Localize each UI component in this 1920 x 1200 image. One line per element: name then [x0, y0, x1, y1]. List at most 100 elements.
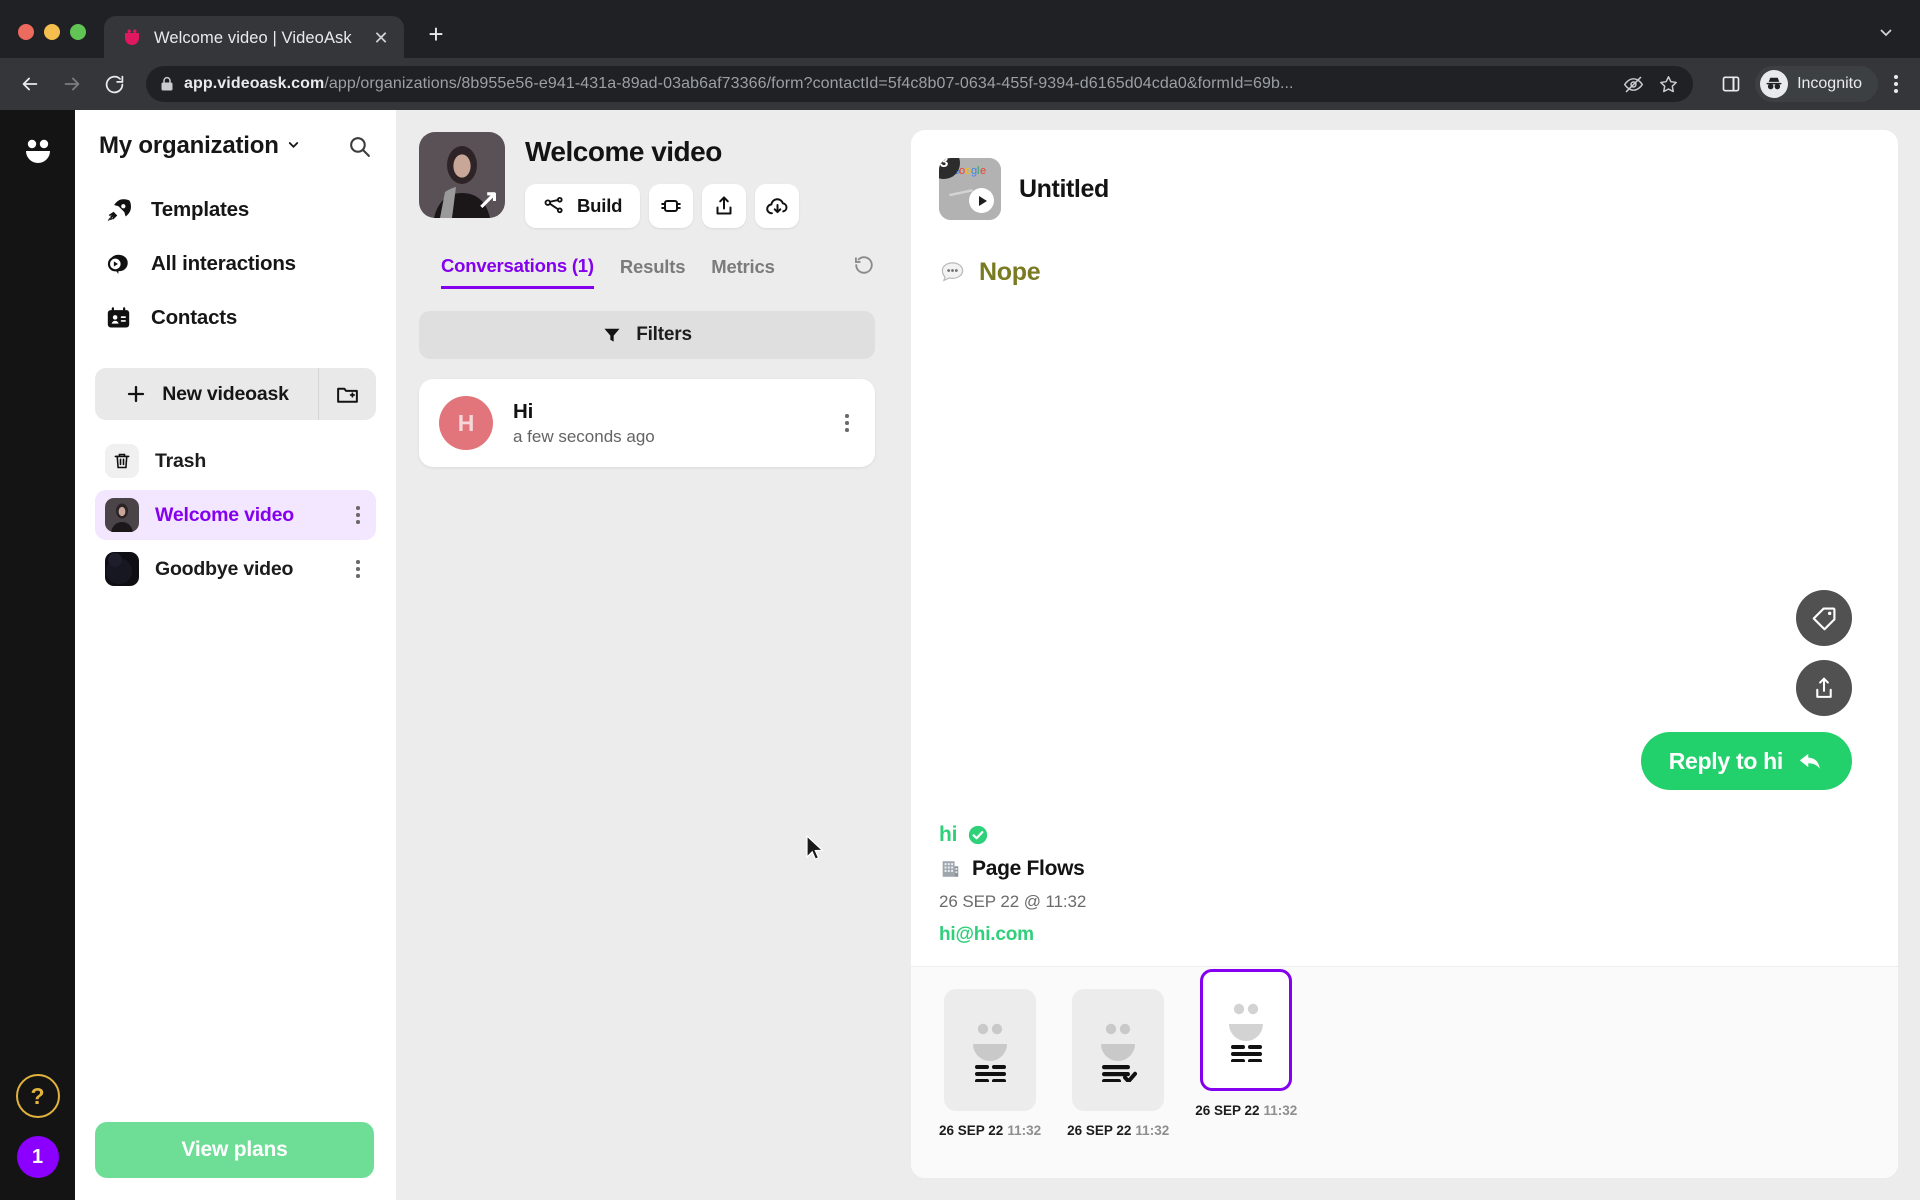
address-bar[interactable]: app.videoask.com/app/organizations/8b955…	[146, 66, 1694, 102]
refresh-icon[interactable]	[853, 254, 875, 281]
video-thumb-dark	[105, 552, 139, 586]
sidebar-item-label: Templates	[151, 198, 250, 221]
incognito-indicator[interactable]: Incognito	[1755, 66, 1878, 102]
kebab-menu-icon[interactable]	[350, 502, 366, 528]
build-button[interactable]: Build	[525, 184, 641, 228]
embed-plug-icon	[659, 194, 683, 218]
new-folder-button[interactable]	[318, 368, 376, 420]
minimize-window-button[interactable]	[44, 24, 60, 40]
conversation-name: Hi	[513, 399, 534, 423]
close-tab-button[interactable]: ✕	[368, 25, 394, 51]
window-controls[interactable]	[18, 24, 86, 58]
chevron-down-icon[interactable]	[1876, 22, 1910, 58]
answer-thumbnail[interactable]: 26 SEP 22 11:32	[1067, 989, 1169, 1138]
answer-date: 26 SEP 22	[1067, 1123, 1132, 1138]
eye-slash-icon[interactable]	[1623, 74, 1644, 95]
answer-time: 11:32	[1135, 1123, 1170, 1138]
sidebar-item-all-interactions[interactable]: All interactions	[95, 240, 376, 288]
download-button[interactable]	[755, 184, 800, 228]
play-icon[interactable]	[969, 188, 994, 213]
org-name: My organization	[99, 132, 279, 159]
star-icon[interactable]	[1658, 74, 1679, 95]
org-switcher[interactable]: My organization	[75, 110, 396, 160]
sidebar-videoask-list: Trash Welcome video Goodbye video	[75, 436, 396, 594]
sidebar-item-label: Goodbye video	[155, 557, 294, 580]
browser-tab[interactable]: Welcome video | VideoAsk ✕	[104, 16, 404, 60]
conversation-detail-panel: 3 G o o g l e Untitled	[911, 130, 1898, 1178]
contact-date: 26 SEP 22 @ 11:32	[939, 892, 1087, 911]
detail-column: 3 G o o g l e Untitled	[897, 110, 1920, 1200]
help-button[interactable]: ?	[15, 1074, 60, 1118]
contact-org: Page Flows	[972, 857, 1085, 880]
reload-icon[interactable]	[96, 66, 132, 102]
answer-timestamp: 26 SEP 22 11:32	[939, 1123, 1041, 1138]
videoask-logo-icon[interactable]	[17, 130, 59, 172]
sidebar-item-goodbye-video[interactable]: Goodbye video	[95, 544, 376, 594]
sidebar-item-contacts[interactable]: Contacts	[95, 294, 376, 342]
plus-icon	[124, 382, 148, 406]
app-sidebar: My organization Templates All interactio…	[75, 110, 397, 1200]
answer-time: 11:32	[1007, 1123, 1042, 1138]
notifications-badge[interactable]: 1	[16, 1136, 59, 1178]
sidebar-nav: Templates All interactions Contacts	[75, 186, 396, 342]
embed-button[interactable]	[649, 184, 694, 228]
play-bubble-icon	[103, 249, 133, 279]
kebab-menu-icon[interactable]	[350, 556, 366, 582]
chevron-down-icon	[286, 137, 301, 156]
conversation-row[interactable]: H Hi a few seconds ago	[419, 379, 875, 467]
answer-thumbnail-selected[interactable]: 26 SEP 22 11:32	[1195, 969, 1297, 1118]
answer-thumbnail[interactable]: 26 SEP 22 11:32	[939, 989, 1041, 1138]
build-label: Build	[577, 195, 623, 216]
share-upload-icon	[712, 194, 736, 218]
reply-button[interactable]: Reply to hi	[1640, 732, 1852, 790]
side-panel-icon[interactable]	[1713, 66, 1749, 102]
reply-label: Reply to hi	[1668, 747, 1784, 774]
search-icon[interactable]	[347, 134, 372, 159]
browser-tabstrip: Welcome video | VideoAsk ✕ +	[0, 0, 1920, 60]
tab-conversations[interactable]: Conversations (1)	[441, 255, 594, 289]
conversations-column: ↗ Welcome video Build Conversations (1) …	[397, 110, 897, 1200]
answer-timestamp: 26 SEP 22 11:32	[1195, 1103, 1297, 1118]
new-tab-button[interactable]: +	[418, 16, 454, 52]
sidebar-item-welcome-video[interactable]: Welcome video	[95, 490, 376, 540]
share-conversation-button[interactable]	[1796, 660, 1852, 716]
url-text: app.videoask.com/app/organizations/8b955…	[184, 75, 1294, 93]
maximize-window-button[interactable]	[70, 24, 86, 40]
conversation-time: a few seconds ago	[513, 426, 655, 446]
close-window-button[interactable]	[18, 24, 34, 40]
step-video-thumbnail[interactable]: 3 G o o g l e	[939, 158, 1001, 220]
answer-text: Nope	[979, 258, 1041, 286]
browser-toolbar: app.videoask.com/app/organizations/8b955…	[0, 58, 1920, 110]
url-host: app.videoask.com	[184, 75, 325, 92]
tab-results[interactable]: Results	[620, 256, 686, 287]
view-plans-button[interactable]: View plans	[95, 1122, 374, 1178]
svg-text:e: e	[980, 165, 986, 177]
sidebar-item-templates[interactable]: Templates	[95, 186, 376, 234]
new-videoask-label: New videoask	[162, 382, 289, 405]
contact-email[interactable]: hi@hi.com	[939, 924, 1086, 946]
tab-metrics[interactable]: Metrics	[711, 256, 775, 287]
avatar: H	[439, 396, 493, 450]
tab-title: Welcome video | VideoAsk	[154, 28, 352, 47]
kebab-menu-icon[interactable]	[1884, 67, 1908, 101]
sidebar-item-label: Trash	[155, 449, 207, 472]
video-thumb-person[interactable]: ↗	[419, 132, 505, 218]
incognito-hat-icon	[1760, 70, 1789, 98]
contact-name: hi	[939, 823, 958, 846]
tag-button[interactable]	[1796, 590, 1852, 646]
sidebar-item-trash[interactable]: Trash	[95, 436, 376, 486]
back-arrow-icon[interactable]	[12, 66, 48, 102]
share-button[interactable]	[702, 184, 747, 228]
sidebar-item-label: Welcome video	[155, 503, 295, 526]
contact-meta: hi Page Flows 26 SEP 22 @ 11:32 hi@hi.co…	[939, 823, 1086, 946]
filters-button[interactable]: Filters	[419, 311, 875, 359]
tag-icon	[1811, 605, 1838, 632]
rocket-icon	[103, 195, 133, 225]
page-title: Welcome video	[525, 136, 722, 167]
step-title: Untitled	[1019, 174, 1109, 203]
app-rail: ? 1	[0, 110, 75, 1200]
kebab-menu-icon[interactable]	[839, 410, 855, 436]
new-videoask-button[interactable]: New videoask	[95, 368, 318, 420]
flow-nodes-icon	[543, 195, 566, 218]
browser-window: Welcome video | VideoAsk ✕ + app.videoas…	[0, 0, 1920, 1200]
